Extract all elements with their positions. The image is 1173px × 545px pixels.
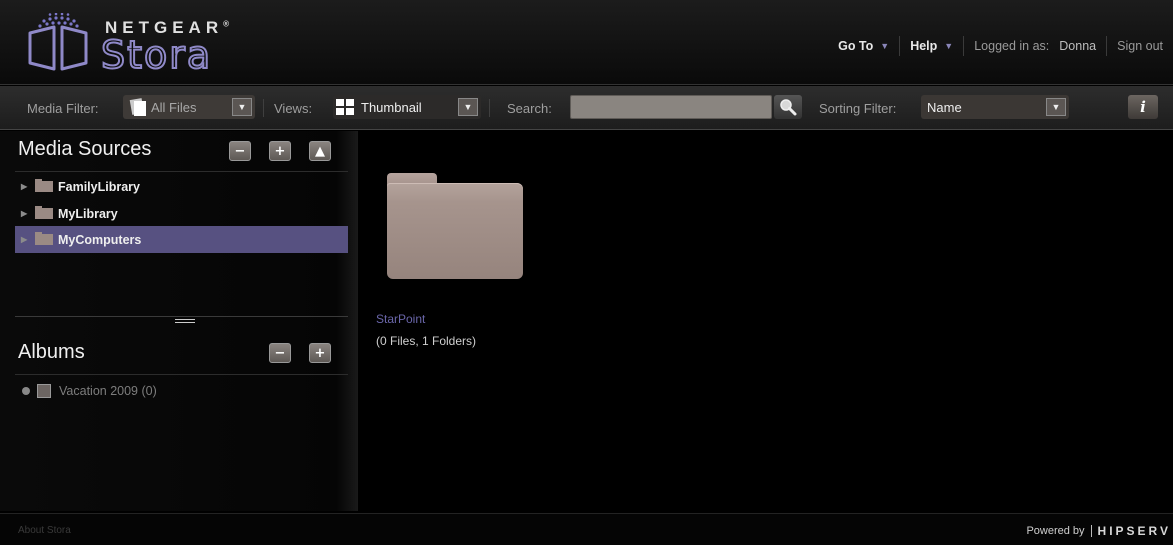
media-filter-dropdown[interactable]: All Files ▼: [123, 95, 255, 119]
goto-menu[interactable]: Go To ▼: [828, 36, 899, 56]
thumbnail-grid-icon: [336, 99, 354, 115]
about-link[interactable]: About Stora: [18, 525, 71, 536]
expand-arrow-icon[interactable]: ▶: [21, 235, 35, 244]
source-item-mycomputers[interactable]: ▶ MyComputers: [15, 226, 348, 253]
search-label: Search:: [507, 101, 552, 116]
remove-source-button[interactable]: −: [229, 141, 251, 161]
divider: [1090, 525, 1092, 537]
albums-title: Albums: [18, 341, 85, 363]
source-item-mylibrary[interactable]: ▶ MyLibrary: [15, 200, 348, 227]
header: NETGEAR® Stora Go To ▼ Help ▼ Logged in …: [0, 0, 1173, 85]
info-button[interactable]: i: [1128, 95, 1158, 119]
folder-icon: [35, 206, 53, 219]
source-item-label: MyComputers: [58, 232, 142, 247]
sorting-filter-value: Name: [927, 99, 962, 115]
splitter-grip-icon[interactable]: [175, 319, 195, 323]
content-area: StarPoint (0 Files, 1 Folders): [360, 131, 1173, 511]
plus-icon: +: [274, 143, 286, 159]
help-menu[interactable]: Help ▼: [899, 36, 963, 56]
media-filter-label: Media Filter:: [27, 101, 99, 116]
media-sources-title: Media Sources: [18, 138, 152, 160]
chevron-down-icon: ▼: [1046, 98, 1066, 116]
bullet-icon: [22, 387, 30, 395]
minus-icon: −: [234, 143, 246, 159]
search-input[interactable]: [570, 95, 772, 119]
netgear-stora-logo[interactable]: NETGEAR® Stora: [22, 13, 262, 78]
minus-icon: −: [274, 345, 286, 361]
views-label: Views:: [274, 101, 313, 116]
source-item-label: MyLibrary: [58, 206, 118, 221]
views-value: Thumbnail: [361, 99, 422, 115]
media-filter-value: All Files: [151, 99, 197, 115]
divider: [263, 99, 264, 117]
arrow-up-icon: ▲: [315, 143, 325, 159]
source-item-familylibrary[interactable]: ▶ FamilyLibrary: [15, 173, 348, 200]
folder-summary: (0 Files, 1 Folders): [376, 334, 477, 348]
remove-album-button[interactable]: −: [269, 343, 291, 363]
search-icon: [780, 99, 797, 116]
panel-splitter[interactable]: [15, 316, 348, 317]
files-icon: [129, 98, 146, 116]
sidebar: Media Sources − + ▲ ▶ FamilyLibrary ▶ My…: [0, 131, 358, 511]
source-item-label: FamilyLibrary: [58, 179, 140, 194]
footer: About Stora Powered by HIPSERV: [0, 513, 1173, 545]
add-source-button[interactable]: +: [269, 141, 291, 161]
move-up-button[interactable]: ▲: [309, 141, 331, 161]
hipserv-logo: HIPSERV: [1097, 524, 1171, 538]
folder-icon: [35, 179, 53, 192]
folder-icon: [35, 232, 53, 245]
logged-in-label: Logged in as:: [974, 39, 1050, 53]
album-item[interactable]: Vacation 2009 (0): [22, 384, 157, 398]
search-button[interactable]: [774, 95, 802, 119]
divider: [15, 374, 348, 375]
divider: [489, 99, 490, 117]
folder-thumbnail[interactable]: [387, 173, 523, 279]
divider: [15, 171, 348, 172]
powered-by-label: Powered by: [1026, 525, 1085, 537]
plus-icon: +: [314, 345, 326, 361]
user-name: Donna: [1059, 39, 1097, 53]
goto-label: Go To: [838, 39, 874, 53]
expand-arrow-icon[interactable]: ▶: [21, 182, 35, 191]
sorting-filter-dropdown[interactable]: Name ▼: [921, 95, 1069, 119]
add-album-button[interactable]: +: [309, 343, 331, 363]
folder-name-link[interactable]: StarPoint: [376, 312, 425, 326]
help-label: Help: [910, 39, 938, 53]
product-name: Stora: [100, 32, 213, 78]
toolbar: Media Filter: All Files ▼ Views: Thumbna…: [0, 86, 1173, 130]
album-label: Vacation 2009 (0): [59, 384, 157, 398]
info-icon: i: [1140, 98, 1146, 116]
views-dropdown[interactable]: Thumbnail ▼: [333, 95, 481, 119]
expand-arrow-icon[interactable]: ▶: [21, 209, 35, 218]
chevron-down-icon: ▼: [232, 98, 252, 116]
chevron-down-icon: ▼: [944, 41, 954, 51]
album-icon: [37, 384, 51, 398]
powered-by: Powered by HIPSERV: [1026, 524, 1171, 538]
chevron-down-icon: ▼: [880, 41, 890, 51]
folder-icon-body: [387, 183, 523, 279]
chevron-down-icon: ▼: [458, 98, 478, 116]
sign-out-link[interactable]: Sign out: [1106, 36, 1173, 56]
stora-box-icon: [28, 13, 88, 71]
top-navigation: Go To ▼ Help ▼ Logged in as: Donna Sign …: [828, 36, 1173, 56]
logged-in-status: Logged in as: Donna: [963, 36, 1106, 56]
sorting-filter-label: Sorting Filter:: [819, 101, 897, 116]
